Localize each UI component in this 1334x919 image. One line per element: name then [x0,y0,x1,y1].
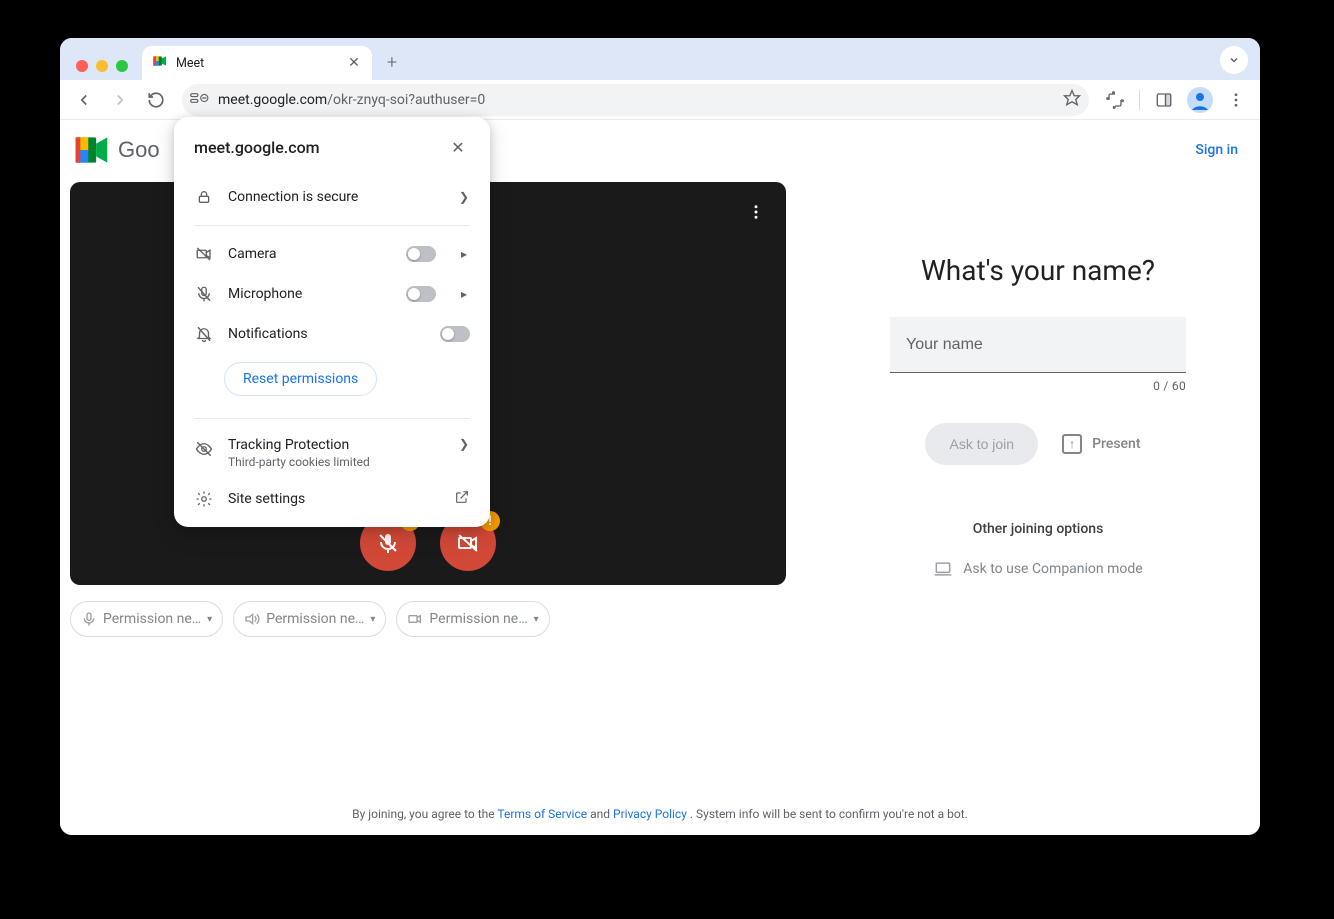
camera-permission-row[interactable]: Camera ▸ [194,234,470,274]
browser-window: Meet ✕ + meet.google.com/okr-znyq-soi?au… [60,38,1260,835]
meet-favicon-icon [152,53,168,73]
tab-meet[interactable]: Meet ✕ [142,46,372,80]
present-icon: ↑ [1062,434,1082,454]
lock-icon [194,187,214,207]
side-panel-button[interactable] [1148,84,1180,116]
char-counter: 0 / 60 [890,379,1186,393]
meet-logo: Goo [74,134,160,166]
forward-button[interactable] [104,84,136,116]
companion-mode-button[interactable]: Ask to use Companion mode [933,559,1142,579]
toolbar-divider [1139,90,1140,110]
divider [194,418,470,419]
popup-close-button[interactable]: ✕ [446,135,470,159]
window-controls [72,60,136,80]
back-button[interactable] [68,84,100,116]
gear-icon [194,489,214,509]
camera-icon [407,611,423,627]
join-column: What's your name? 0 / 60 Ask to join ↑ P… [826,182,1250,637]
chevron-right-icon: ▸ [458,287,470,301]
url-text: meet.google.com/okr-znyq-soi?authuser=0 [218,92,1055,108]
reload-button[interactable] [140,84,172,116]
notifications-permission-row[interactable]: Notifications [194,314,470,354]
tab-close-button[interactable]: ✕ [346,55,362,71]
name-field-wrapper [890,317,1186,373]
speaker-device-chip[interactable]: Permission ne…▾ [233,601,386,637]
chrome-menu-button[interactable] [1220,84,1252,116]
brand-text: Goo [118,137,160,163]
bookmark-button[interactable] [1063,89,1081,111]
chevron-right-icon: ❯ [458,437,470,451]
new-tab-button[interactable]: + [378,48,406,76]
toolbar: meet.google.com/okr-znyq-soi?authuser=0 [60,80,1260,120]
camera-device-chip[interactable]: Permission ne…▾ [396,601,549,637]
popup-domain: meet.google.com [194,138,320,157]
chevron-down-icon: ▾ [207,614,212,625]
extensions-button[interactable] [1099,84,1131,116]
mic-device-chip[interactable]: Permission ne…▾ [70,601,223,637]
tab-dropdown-button[interactable] [1220,46,1248,74]
chevron-down-icon: ▾ [370,614,375,625]
tos-link[interactable]: Terms of Service [497,807,587,821]
eye-off-icon [194,439,214,459]
divider [194,225,470,226]
tab-strip: Meet ✕ + [60,38,1260,80]
name-input[interactable] [890,317,1186,373]
mic-toggle[interactable] [406,286,436,302]
signin-link[interactable]: Sign in [1195,142,1238,158]
connection-secure-row[interactable]: Connection is secure ❯ [194,177,470,217]
chevron-down-icon: ▾ [534,614,539,625]
site-settings-row[interactable]: Site settings [194,479,470,519]
camera-off-icon [194,244,214,264]
mic-permission-row[interactable]: Microphone ▸ [194,274,470,314]
preview-more-button[interactable] [744,200,768,224]
speaker-icon [244,611,260,627]
meet-logo-icon [74,134,112,166]
ask-to-join-button[interactable]: Ask to join [925,423,1038,465]
privacy-link[interactable]: Privacy Policy [613,807,687,821]
other-options-heading: Other joining options [973,521,1104,537]
name-prompt: What's your name? [921,254,1155,287]
profile-button[interactable] [1184,84,1216,116]
close-window-button[interactable] [76,60,88,72]
present-button[interactable]: ↑ Present [1052,424,1150,464]
footer-text: By joining, you agree to the Terms of Se… [60,807,1260,821]
reset-permissions-button[interactable]: Reset permissions [224,362,377,396]
tab-title: Meet [176,56,338,71]
camera-toggle[interactable] [406,246,436,262]
laptop-icon [933,559,953,579]
site-info-button[interactable] [190,90,210,110]
chevron-right-icon: ▸ [458,247,470,261]
notifications-toggle[interactable] [440,326,470,342]
tracking-protection-row[interactable]: Tracking Protection Third-party cookies … [194,427,470,479]
external-link-icon [454,489,470,509]
minimize-window-button[interactable] [96,60,108,72]
maximize-window-button[interactable] [116,60,128,72]
chevron-right-icon: ❯ [458,190,470,204]
join-buttons: Ask to join ↑ Present [925,423,1150,465]
bell-off-icon [194,324,214,344]
mic-icon [81,611,97,627]
address-bar[interactable]: meet.google.com/okr-znyq-soi?authuser=0 [182,84,1089,116]
mic-off-icon [194,284,214,304]
site-info-popup: meet.google.com ✕ Connection is secure ❯… [174,117,490,527]
device-chips: Permission ne…▾ Permission ne…▾ Permissi… [70,601,786,637]
